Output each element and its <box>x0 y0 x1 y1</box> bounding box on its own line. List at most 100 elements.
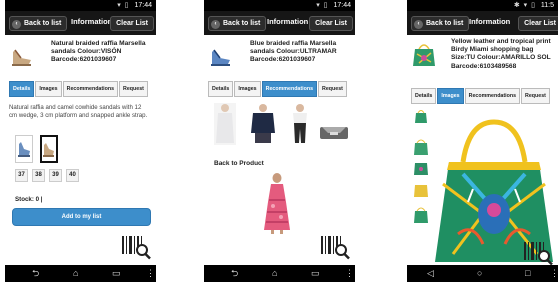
back-chevron-icon: ‹ <box>12 20 21 29</box>
tab-bar: Details Images Recommendations Request <box>208 81 348 97</box>
recommendation-images[interactable] <box>208 103 353 145</box>
android-nav-bar: ◁ ○ □ ⋮ <box>407 265 558 282</box>
back-to-list-button[interactable]: ‹ Back to list <box>411 16 470 31</box>
back-to-product-link[interactable]: Back to Product <box>214 160 264 167</box>
nav-back-icon[interactable]: ◁ <box>427 268 434 279</box>
product-header: Natural braided raffia Marsella sandals … <box>9 40 156 74</box>
image-thumbnail <box>414 207 428 223</box>
app-bar: ‹ Back to list Information Clear List <box>407 11 558 35</box>
recommended-item-white-outfit <box>214 103 236 145</box>
status-time: 17:44 <box>134 2 152 9</box>
android-nav-bar: ⮌ ⌂ ▭ ⋮ <box>204 265 355 282</box>
back-to-list-button[interactable]: ‹ Back to list <box>208 16 267 31</box>
tab-details[interactable]: Details <box>208 81 234 97</box>
status-bar: ▾ ▯ 17:44 <box>204 0 355 11</box>
app-bar: ‹ Back to list Information Clear List <box>5 11 156 35</box>
nav-recents-icon[interactable]: □ <box>525 268 530 279</box>
barcode-scanner-icon[interactable] <box>523 240 554 266</box>
recommended-item-clutch <box>320 127 348 139</box>
product-line: Natural braided raffia Marsella <box>51 40 146 47</box>
back-to-list-label: Back to list <box>223 20 261 27</box>
tab-bar: Details Images Recommendations Request <box>9 81 149 97</box>
image-thumbnail <box>414 163 428 175</box>
tab-details[interactable]: Details <box>9 81 35 97</box>
size-option[interactable]: 37 <box>15 169 28 182</box>
clear-list-button[interactable]: Clear List <box>309 16 353 31</box>
back-to-list-button[interactable]: ‹ Back to list <box>9 16 68 31</box>
status-bar: ✱ ▾ ▯ 11:5 <box>407 0 558 11</box>
back-to-list-label: Back to list <box>24 20 62 27</box>
nav-recents-icon[interactable]: ▭ <box>112 268 121 279</box>
product-title: Blue braided raffia Marsella sandals Col… <box>250 40 337 65</box>
product-line: Barcode:6201039607 <box>250 56 316 64</box>
tab-recommendations[interactable]: Recommendations <box>464 88 521 104</box>
status-icons: ✱ ▾ ▯ <box>513 2 536 9</box>
recommended-dress-image[interactable] <box>259 172 295 234</box>
product-header: Yellow leather and tropical print Birdy … <box>411 38 558 72</box>
color-swatch[interactable] <box>15 135 33 163</box>
recommended-item-navy-top <box>251 104 275 143</box>
clear-list-button[interactable]: Clear List <box>518 16 558 31</box>
product-title: Yellow leather and tropical print Birdy … <box>451 38 551 71</box>
nav-back-icon[interactable]: ⮌ <box>32 268 39 279</box>
nav-menu-icon[interactable]: ⋮ <box>550 268 558 279</box>
product-header: Blue braided raffia Marsella sandals Col… <box>208 40 355 74</box>
nav-menu-icon[interactable]: ⋮ <box>146 268 155 279</box>
nav-back-icon[interactable]: ⮌ <box>231 268 238 279</box>
product-line: Barcode:6103489568 <box>451 62 517 70</box>
barcode-scanner-icon[interactable] <box>121 234 152 260</box>
status-time: 17:44 <box>333 2 351 9</box>
product-line: sandals Colour:ULTRAMAR <box>250 48 337 56</box>
product-line: Yellow leather and tropical print <box>451 38 551 45</box>
nav-home-icon[interactable]: ⌂ <box>272 268 277 279</box>
phone-screen-recommendations: ▾ ▯ 17:44 ‹ Back to list Information Clea… <box>204 0 355 282</box>
nav-home-icon[interactable]: ⌂ <box>73 268 78 279</box>
color-swatch-selected[interactable] <box>40 135 58 163</box>
nav-recents-icon[interactable]: ▭ <box>311 268 320 279</box>
tab-details[interactable]: Details <box>411 88 437 104</box>
image-thumbnail-strip[interactable] <box>410 103 432 268</box>
tab-request[interactable]: Request <box>521 88 550 104</box>
app-title: Information <box>267 17 309 26</box>
recommended-item-pants <box>293 104 307 143</box>
tab-images[interactable]: Images <box>35 81 62 97</box>
product-line: sandals Colour:VISÓN <box>51 48 122 56</box>
barcode-scanner-icon[interactable] <box>320 234 351 260</box>
app-bar: ‹ Back to list Information Clear List <box>204 11 355 35</box>
tab-images[interactable]: Images <box>437 88 464 104</box>
status-bar: ▾ ▯ 17:44 <box>5 0 156 11</box>
tab-recommendations[interactable]: Recommendations <box>62 81 119 97</box>
phone-screen-images: ✱ ▾ ▯ 11:5 ‹ Back to list Information Cle… <box>407 0 558 282</box>
status-icons: ▾ ▯ <box>316 2 329 9</box>
clear-list-button[interactable]: Clear List <box>110 16 154 31</box>
tab-recommendations[interactable]: Recommendations <box>261 81 318 97</box>
tab-request[interactable]: Request <box>318 81 347 97</box>
size-option[interactable]: 39 <box>49 169 62 182</box>
add-to-list-button[interactable]: Add to my list <box>12 208 151 226</box>
tab-request[interactable]: Request <box>119 81 148 97</box>
product-thumbnail <box>413 44 435 66</box>
product-title: Natural braided raffia Marsella sandals … <box>51 40 146 65</box>
phone-screen-details: ▾ ▯ 17:44 ‹ Back to list Information Clea… <box>5 0 156 282</box>
product-line: Birdy Miami shopping bag <box>451 46 534 54</box>
product-thumbnail <box>211 49 230 66</box>
image-thumbnail <box>414 139 428 155</box>
android-nav-bar: ⮌ ⌂ ▭ ⋮ <box>5 265 156 282</box>
product-line: Blue braided raffia Marsella <box>250 40 337 47</box>
size-selector: 37 38 39 40 <box>15 169 83 182</box>
image-thumbnail <box>414 185 428 197</box>
size-option[interactable]: 40 <box>66 169 79 182</box>
nav-menu-icon[interactable]: ⋮ <box>345 268 354 279</box>
stock-label: Stock: 0 | <box>15 196 43 203</box>
tab-images[interactable]: Images <box>234 81 261 97</box>
product-thumbnail <box>12 49 31 66</box>
back-chevron-icon: ‹ <box>211 20 220 29</box>
status-time: 11:5 <box>540 2 554 9</box>
back-to-list-label: Back to list <box>426 20 464 27</box>
app-title: Information <box>71 17 113 26</box>
size-option[interactable]: 38 <box>32 169 45 182</box>
app-title: Information <box>469 17 511 26</box>
nav-home-icon[interactable]: ○ <box>477 268 482 279</box>
tab-bar: Details Images Recommendations Request <box>411 88 551 104</box>
product-description: Natural raffia and camel cowhide sandals… <box>9 104 148 119</box>
